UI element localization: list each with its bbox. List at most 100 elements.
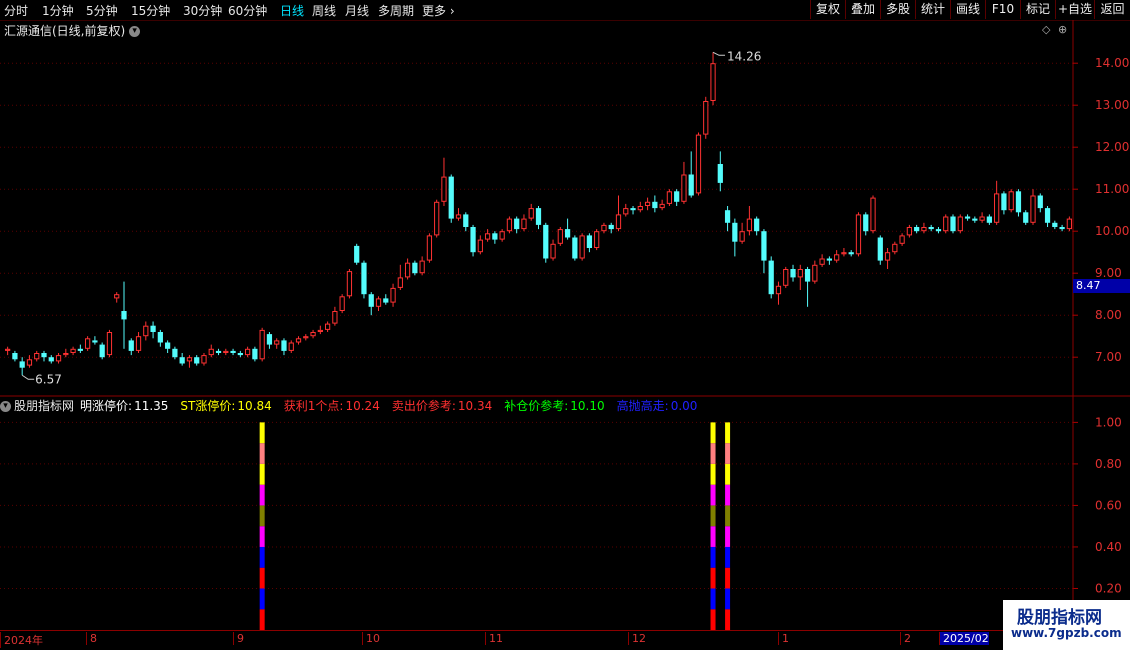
candle-body [288, 342, 294, 351]
candle-body [986, 216, 992, 223]
signal-bar-segment [725, 484, 731, 506]
indicator-menu-icon[interactable]: ▾ [0, 401, 11, 412]
high-pointer [712, 51, 726, 56]
candle-body [841, 252, 847, 255]
candle-body [354, 245, 360, 263]
signal-bar-segment [259, 443, 265, 464]
indicator-item-value: 10.24 [345, 399, 380, 413]
signal-bar-segment [710, 443, 716, 464]
indicator-item-value: 10.34 [457, 399, 493, 413]
date-label: 1 [778, 632, 789, 645]
overlay-button[interactable]: 叠加 [845, 0, 880, 19]
price-tick-label: 11.00 [1095, 182, 1129, 196]
candle-body [724, 210, 731, 223]
candle-body [1023, 212, 1029, 223]
candle-body [404, 262, 411, 278]
indicator-item-label: 卖出价参考: [391, 399, 456, 413]
date-label: 12 [628, 632, 646, 645]
low-pointer [21, 374, 35, 380]
candle-body [637, 206, 643, 211]
indicator-tick-label: 0.60 [1095, 498, 1122, 512]
price-tick-label: 8.00 [1095, 308, 1122, 322]
price-tick-label: 7.00 [1095, 350, 1122, 364]
statistics-button[interactable]: 统计 [915, 0, 950, 19]
signal-bar-segment [725, 588, 731, 610]
candle-body [732, 222, 738, 242]
candle-body [870, 197, 876, 232]
candle-body [448, 176, 454, 219]
tab-more[interactable]: 更多 › [422, 2, 455, 19]
indicator-item: 卖出价参考: 10.34 [392, 399, 498, 413]
signal-bar-segment [259, 609, 265, 630]
indicator-item-label: 明涨停价: [80, 399, 133, 413]
multi-stock-button[interactable]: 多股 [880, 0, 915, 19]
candle-body [506, 218, 513, 232]
candle-body [85, 338, 91, 349]
price-tick-label: 12.00 [1095, 140, 1129, 154]
tab-60min[interactable]: 60分钟 [228, 2, 267, 19]
tab-fenshi[interactable]: 分时 [4, 2, 28, 19]
candle-body [943, 216, 949, 232]
signal-bar-segment [710, 546, 716, 568]
indicator-item-label: ST涨停价: [180, 399, 236, 413]
mark-button[interactable]: 标记 [1020, 0, 1055, 19]
candle-body [521, 218, 527, 230]
tab-5min[interactable]: 5分钟 [86, 2, 118, 19]
candle-body [906, 227, 912, 236]
tab-30min[interactable]: 30分钟 [183, 2, 222, 19]
candle-body [739, 231, 745, 242]
candle-body [710, 63, 716, 101]
f10-button[interactable]: F10 [985, 0, 1020, 19]
candle-body [754, 218, 760, 232]
candle-body [484, 233, 491, 240]
tab-multi-period[interactable]: 多周期 [378, 2, 414, 19]
candle-body [514, 218, 520, 230]
candle-body [819, 258, 825, 265]
tab-15min[interactable]: 15分钟 [131, 2, 170, 19]
date-label: 8 [86, 632, 97, 645]
indicator-tick-label: 0.20 [1095, 581, 1122, 595]
candle-body [463, 214, 469, 227]
candle-body [70, 348, 76, 353]
candle-body [666, 191, 673, 204]
indicator-item: 高抛高走: 0.00 [617, 399, 704, 413]
candle-body [324, 323, 331, 330]
back-button[interactable]: 返回 [1094, 0, 1130, 19]
tab-weekly[interactable]: 周线 [312, 2, 336, 19]
candle-body [441, 176, 447, 202]
candle-body [252, 348, 258, 360]
tab-monthly[interactable]: 月线 [345, 2, 369, 19]
indicator-item-label: 获利1个点: [283, 399, 344, 413]
candle-body [681, 174, 687, 202]
candle-body [26, 359, 33, 366]
candle-body [557, 229, 563, 244]
candle-body [259, 329, 265, 360]
candle-body [550, 243, 556, 259]
candle-body [863, 214, 869, 232]
restore-rights-button[interactable]: 复权 [810, 0, 845, 19]
candle-body [121, 311, 127, 320]
indicator-item: 补仓价参考: 10.10 [504, 399, 610, 413]
candle-body [964, 216, 971, 219]
candle-body [230, 350, 236, 353]
candle-body [797, 269, 803, 278]
candle-body [594, 231, 600, 248]
candle-body [477, 239, 483, 253]
candle-body [63, 353, 69, 356]
watermark-logo: 股朋指标网 www.7gpzb.com [1003, 600, 1130, 650]
tab-daily[interactable]: 日线 [280, 2, 304, 19]
candle-body [303, 336, 309, 339]
candle-body [5, 348, 11, 351]
candlestick-chart[interactable]: 14.266.57 0.200.400.600.801.00 7.008.009… [0, 20, 1130, 630]
candle-body [310, 332, 316, 337]
candle-body [295, 338, 302, 343]
add-favorite-button[interactable]: +自选 [1055, 0, 1094, 19]
low-price-label: 6.57 [35, 372, 62, 386]
candle-body [419, 260, 425, 274]
draw-line-button[interactable]: 画线 [950, 0, 985, 19]
chevron-right-icon: › [446, 4, 455, 18]
signal-bar-segment [259, 505, 265, 527]
price-tick-label: 14.00 [1095, 56, 1129, 70]
candle-body [274, 340, 280, 345]
tab-1min[interactable]: 1分钟 [42, 2, 74, 19]
